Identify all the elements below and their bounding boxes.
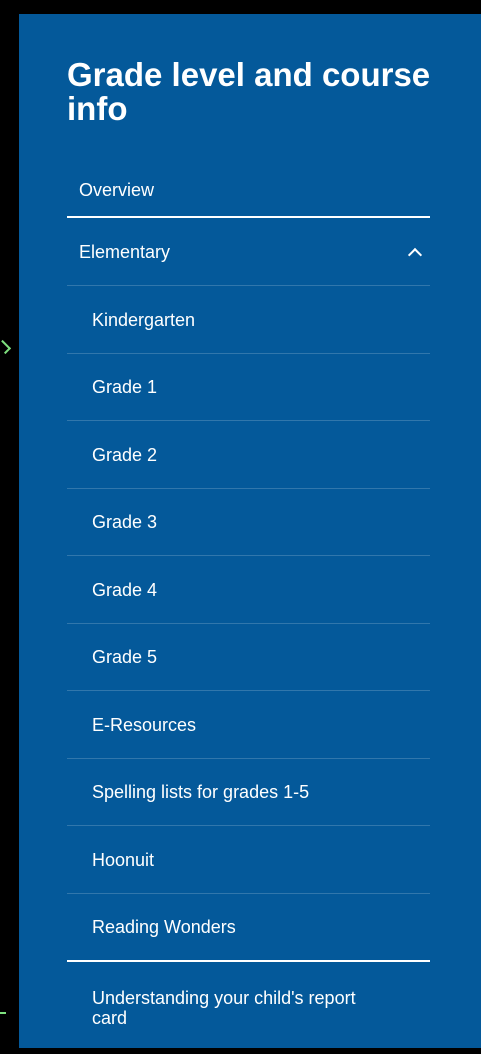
nav-item-hoonuit[interactable]: Hoonuit [67,826,430,894]
chevron-up-icon[interactable] [407,247,423,262]
nav-item-grade-4[interactable]: Grade 4 [67,556,430,624]
nav-item-label: Hoonuit [92,849,155,870]
nav-item-label: Understanding your child's report card [92,988,356,1028]
nav-item-kindergarten[interactable]: Kindergarten [67,286,430,354]
nav-item-grade-2[interactable]: Grade 2 [67,421,430,489]
nav-item-label: Elementary [79,241,171,262]
sidebar-title: Grade level and course info [67,56,431,127]
left-edge-marker-icon [0,1012,6,1014]
nav-item-label: Grade 3 [92,512,158,532]
left-edge-marker-icon [0,339,12,355]
nav-item-label: Grade 1 [92,377,158,397]
nav-item-label: Reading Wonders [92,917,236,937]
nav-item-label: Spelling lists for grades 1-5 [92,782,310,802]
nav-item-label: Grade 2 [92,444,158,465]
nav-item-reading-wonders[interactable]: Reading Wonders [67,894,430,962]
nav-item-grade-3[interactable]: Grade 3 [67,489,430,556]
nav-item-label: Kindergarten [92,309,196,330]
nav-item-e-resources[interactable]: E-Resources [67,691,430,759]
nav-item-label: Grade 4 [92,579,158,600]
course-nav: Overview Elementary Kindergarten Grade 1… [67,164,430,1054]
nav-item-label: Grade 5 [92,647,158,667]
nav-item-label: E-Resources [92,714,197,735]
course-info-sidebar: Grade level and course info Overview Ele… [19,14,481,1048]
nav-item-label: Overview [79,180,155,200]
nav-item-spelling-lists[interactable]: Spelling lists for grades 1-5 [67,759,430,826]
nav-item-overview[interactable]: Overview [67,164,430,218]
nav-item-elementary[interactable]: Elementary [67,218,430,286]
nav-item-grade-5[interactable]: Grade 5 [67,624,430,691]
nav-item-report-card[interactable]: Understanding your child's report card [67,962,430,1054]
nav-item-grade-1[interactable]: Grade 1 [67,354,430,421]
